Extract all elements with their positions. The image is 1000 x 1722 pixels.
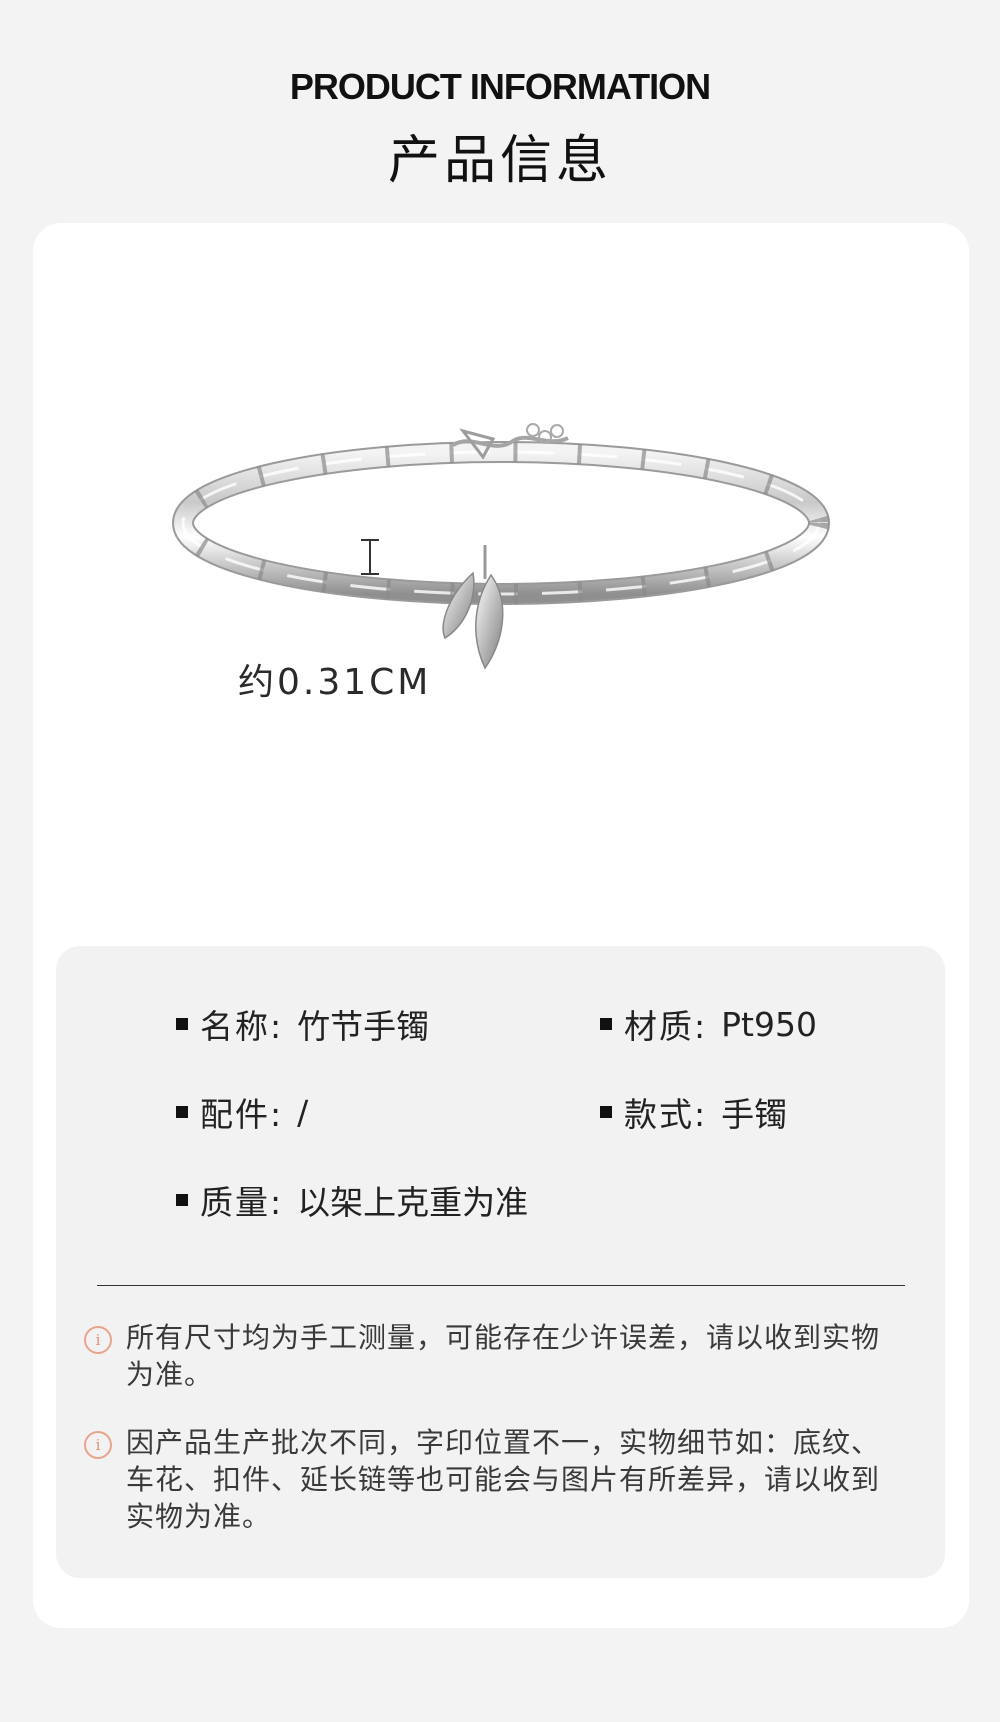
- bamboo-bracelet-image: [172, 423, 830, 670]
- note-measurement: i 所有尺寸均为手工测量，可能存在少许误差，请以收到实物为准。: [84, 1319, 904, 1393]
- bullet-icon: [600, 1106, 612, 1118]
- spec-style-value: 手镯: [721, 1095, 788, 1134]
- bracelet-band: [172, 441, 830, 605]
- bullet-icon: [600, 1018, 612, 1030]
- spec-style-label: 款式:: [624, 1095, 708, 1134]
- info-icon: i: [84, 1326, 112, 1354]
- spec-style: 款式: 手镯: [600, 1088, 787, 1136]
- spec-material: 材质: Pt950: [600, 1000, 817, 1048]
- spec-accessories-value: /: [297, 1092, 309, 1132]
- spec-weight: 质量: 以架上克重为准: [176, 1176, 528, 1224]
- spec-weight-value: 以架上克重为准: [297, 1183, 529, 1222]
- bullet-icon: [176, 1018, 188, 1030]
- spec-name: 名称: 竹节手镯: [176, 1000, 429, 1048]
- spec-weight-label: 质量:: [200, 1183, 284, 1222]
- info-icon: i: [84, 1431, 112, 1459]
- spec-accessories: 配件: /: [176, 1088, 308, 1136]
- leaf-charm: [442, 545, 504, 670]
- note-batch: i 因产品生产批次不同，字印位置不一，实物细节如：底纹、车花、扣件、延长链等也可…: [84, 1424, 904, 1535]
- spec-material-label: 材质:: [624, 1007, 708, 1046]
- dimension-marker: [361, 539, 379, 575]
- info-panel: 名称: 竹节手镯 材质: Pt950 配件: / 款式: 手镯 质量: 以架上克…: [56, 946, 945, 1578]
- note-batch-text: 因产品生产批次不同，字印位置不一，实物细节如：底纹、车花、扣件、延长链等也可能会…: [126, 1426, 881, 1533]
- product-card: 约0.31CM 名称: 竹节手镯 材质: Pt950 配件: / 款式: 手镯 …: [33, 223, 969, 1628]
- spec-name-value: 竹节手镯: [297, 1007, 430, 1046]
- heading-chinese: 产品信息: [387, 131, 612, 191]
- bullet-icon: [176, 1106, 188, 1118]
- note-measurement-text: 所有尺寸均为手工测量，可能存在少许误差，请以收到实物为准。: [126, 1321, 881, 1391]
- spec-name-label: 名称:: [200, 1007, 284, 1046]
- dimension-label: 约0.31CM: [238, 662, 432, 703]
- heading-english: PRODUCT INFORMATION: [289, 66, 711, 107]
- divider: [97, 1285, 905, 1286]
- spec-accessories-label: 配件:: [200, 1095, 284, 1134]
- spec-material-value: Pt950: [721, 1004, 817, 1044]
- bullet-icon: [176, 1194, 188, 1206]
